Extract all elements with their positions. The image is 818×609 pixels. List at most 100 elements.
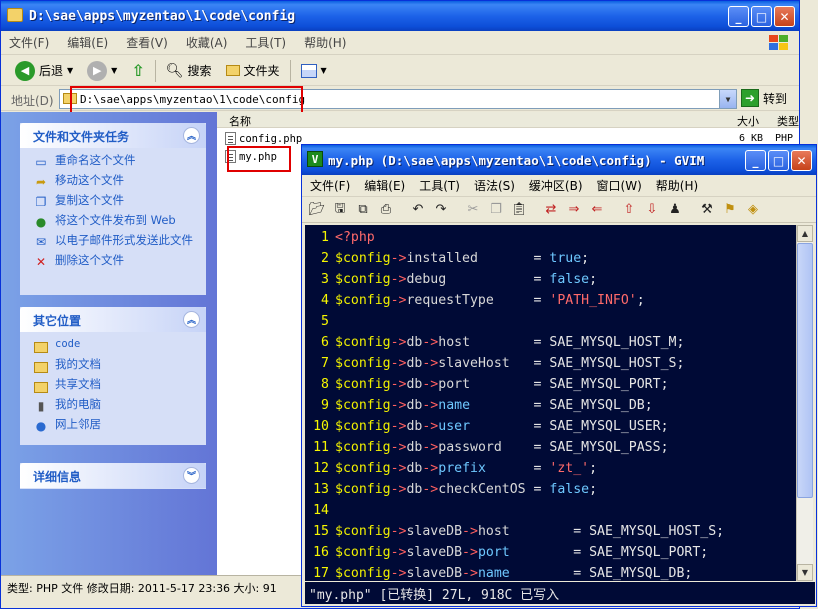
code-line[interactable]: 12 $config->db->prefix = 'zt_'; [305, 458, 797, 479]
panel-header[interactable]: 详细信息 ︾ [20, 463, 206, 488]
panel-header[interactable]: 其它位置 ︽ [20, 307, 206, 332]
maximize-button[interactable]: □ [751, 6, 772, 27]
run-ctags-icon[interactable]: ⚑ [720, 200, 740, 220]
tag-jump-icon[interactable]: ◈ [743, 200, 763, 220]
up-folder-icon: ⇧ [131, 61, 145, 80]
paste-icon[interactable]: 📋︎ [509, 200, 529, 220]
code-line[interactable]: 11 $config->db->password = SAE_MYSQL_PASS… [305, 437, 797, 458]
code-line[interactable]: 4 $config->requestType = 'PATH_INFO'; [305, 290, 797, 311]
code-line[interactable]: 9 $config->db->name = SAE_MYSQL_DB; [305, 395, 797, 416]
go-button[interactable]: ➜ 转到 [741, 89, 787, 107]
place-network[interactable]: ● 网上邻居 [33, 418, 206, 434]
code-line[interactable]: 6 $config->db->host = SAE_MYSQL_HOST_M; [305, 332, 797, 353]
code-token: -> [422, 377, 439, 392]
menu-edit[interactable]: 编辑(E) [67, 34, 108, 51]
column-name[interactable]: 名称 [229, 113, 251, 129]
print-icon[interactable]: ⎙ [376, 200, 396, 220]
menu-favorites[interactable]: 收藏(A) [186, 34, 228, 51]
code-line[interactable]: 1 <?php [305, 227, 797, 248]
copy-icon[interactable]: ❐ [486, 200, 506, 220]
code-line[interactable]: 13 $config->db->checkCentOS = false; [305, 479, 797, 500]
task-move[interactable]: ➦ 移动这个文件 [33, 174, 206, 190]
views-button[interactable]: ▼ [297, 62, 331, 80]
code-line[interactable]: 3 $config->debug = false; [305, 269, 797, 290]
menu-view[interactable]: 查看(V) [126, 34, 168, 51]
scroll-thumb[interactable] [797, 243, 813, 498]
close-button[interactable]: ✕ [774, 6, 795, 27]
code-token: -> [390, 293, 407, 308]
menu-tools[interactable]: 工具(T) [419, 177, 460, 194]
code-line[interactable]: 5 [305, 311, 797, 332]
minimize-button[interactable]: _ [728, 6, 749, 27]
back-label: 后退 [39, 64, 64, 78]
code-line[interactable]: 17 $config->slaveDB->name = SAE_MYSQL_DB; [305, 563, 797, 581]
chevron-down-icon: ▼ [111, 66, 118, 75]
code-line[interactable]: 16 $config->slaveDB->port = SAE_MYSQL_POR… [305, 542, 797, 563]
search-button[interactable]: 🔍︎ 搜索 [162, 60, 216, 81]
code-line[interactable]: 10 $config->db->user = SAE_MYSQL_USER; [305, 416, 797, 437]
minimize-button[interactable]: _ [745, 150, 766, 171]
close-button[interactable]: ✕ [791, 150, 812, 171]
menu-help[interactable]: 帮助(H) [656, 177, 698, 194]
menu-file[interactable]: 文件(F) [9, 34, 49, 51]
save-all-icon[interactable]: ⧉ [353, 200, 373, 220]
back-button[interactable]: ◀ 后退 ▼ [11, 59, 77, 83]
undo-icon[interactable]: ↶ [408, 200, 428, 220]
scroll-up-icon[interactable]: ▲ [797, 225, 813, 242]
save-icon[interactable]: 🖫 [330, 200, 350, 220]
make-icon[interactable]: ⚒ [697, 200, 717, 220]
collapse-icon[interactable]: ︽ [183, 311, 200, 328]
task-rename[interactable]: ▭ 重命名这个文件 [33, 154, 206, 170]
forward-button[interactable]: ▶ ▼ [83, 59, 121, 83]
code-line[interactable]: 15 $config->slaveDB->host = SAE_MYSQL_HOS… [305, 521, 797, 542]
column-size[interactable]: 大小 [737, 113, 759, 129]
menu-help[interactable]: 帮助(H) [304, 34, 346, 51]
collapse-icon[interactable]: ︽ [183, 127, 200, 144]
code-line[interactable]: 14 [305, 500, 797, 521]
place-my-documents[interactable]: 我的文档 [33, 358, 206, 374]
vertical-scrollbar[interactable]: ▲ ▼ [796, 225, 813, 581]
menu-buffers[interactable]: 缓冲区(B) [529, 177, 583, 194]
menu-file[interactable]: 文件(F) [310, 177, 350, 194]
replace-icon[interactable]: ⇄ [541, 200, 561, 220]
maximize-button[interactable]: □ [768, 150, 789, 171]
cut-icon[interactable]: ✂ [463, 200, 483, 220]
menu-syntax[interactable]: 语法(S) [474, 177, 515, 194]
up-folder-button[interactable]: ⇧ [127, 59, 148, 82]
menu-tools[interactable]: 工具(T) [245, 34, 286, 51]
code-line[interactable]: 8 $config->db->port = SAE_MYSQL_PORT; [305, 374, 797, 395]
gvim-titlebar[interactable]: V my.php (D:\sae\apps\myzentao\1\code\co… [302, 145, 816, 175]
find-next-icon[interactable]: ⇒ [564, 200, 584, 220]
panel-header[interactable]: 文件和文件夹任务 ︽ [20, 123, 206, 148]
place-code[interactable]: code [33, 338, 206, 354]
column-type[interactable]: 类型 [777, 113, 799, 129]
menu-edit[interactable]: 编辑(E) [364, 177, 405, 194]
folder-icon [33, 338, 49, 354]
expand-icon[interactable]: ︾ [183, 467, 200, 484]
open-icon[interactable]: 📂︎ [307, 200, 327, 220]
redo-icon[interactable]: ↷ [431, 200, 451, 220]
scroll-down-icon[interactable]: ▼ [797, 564, 813, 581]
folders-button[interactable]: 文件夹 [222, 60, 284, 81]
task-copy[interactable]: ❐ 复制这个文件 [33, 194, 206, 210]
code-token: = [533, 251, 550, 266]
code-line[interactable]: 7 $config->db->slaveHost = SAE_MYSQL_HOST… [305, 353, 797, 374]
load-session-icon[interactable]: ⇧ [619, 200, 639, 220]
address-dropdown-icon[interactable]: ▼ [719, 90, 736, 108]
place-shared-documents[interactable]: 共享文档 [33, 378, 206, 394]
task-label: 移动这个文件 [55, 173, 124, 187]
find-prev-icon[interactable]: ⇐ [587, 200, 607, 220]
file-row-config[interactable]: config.php [225, 132, 302, 145]
save-session-icon[interactable]: ⇩ [642, 200, 662, 220]
menu-window[interactable]: 窗口(W) [597, 177, 642, 194]
code-line[interactable]: 2 $config->installed = true; [305, 248, 797, 269]
code-editor[interactable]: 1 <?php 2 $config->installed = true; 3 $confi… [305, 225, 797, 581]
task-email[interactable]: ✉ 以电子邮件形式发送此文件 [33, 234, 206, 250]
explorer-titlebar[interactable]: D:\sae\apps\myzentao\1\code\config _ □ ✕ [1, 1, 799, 31]
task-delete[interactable]: ✕ 删除这个文件 [33, 254, 206, 270]
code-token: db [406, 398, 423, 413]
run-script-icon[interactable]: ♟ [665, 200, 685, 220]
place-my-computer[interactable]: ▮ 我的电脑 [33, 398, 206, 414]
task-publish-web[interactable]: ● 将这个文件发布到 Web [33, 214, 206, 230]
